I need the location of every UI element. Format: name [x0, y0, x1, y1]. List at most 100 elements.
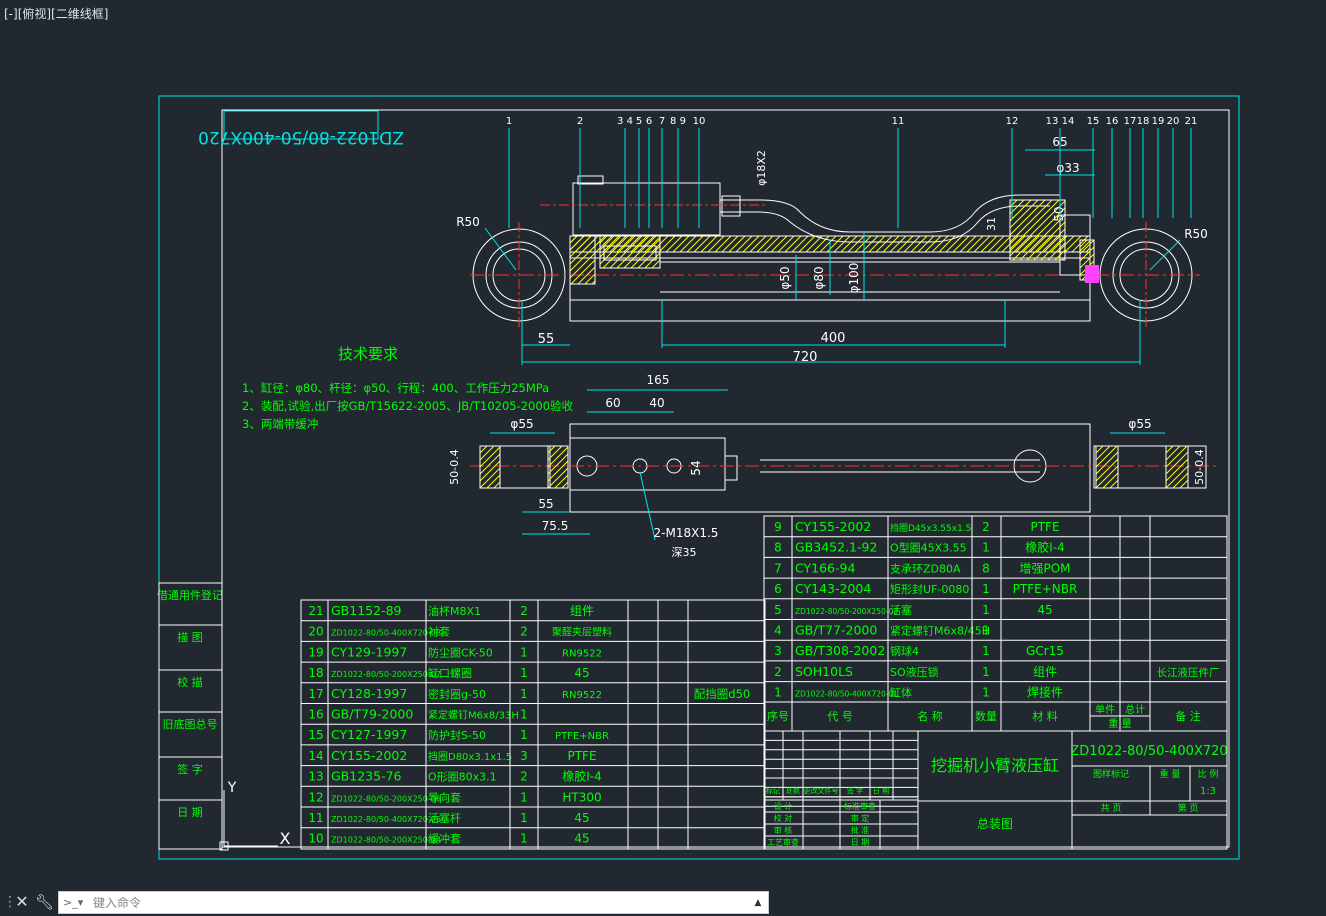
tb-row-label: 设 计 — [774, 801, 793, 811]
bom-cell-no: 11 — [308, 811, 323, 825]
valve-block — [572, 182, 721, 236]
title-stage-label: 图样标记 — [1093, 768, 1129, 780]
bom-cell-material: 45 — [574, 832, 589, 846]
bom-cell-qty: 3 — [520, 749, 528, 763]
tb-row2-label: 批 准 — [851, 825, 870, 835]
bottom-left-eye-hatch2 — [547, 445, 569, 489]
part-callout-16: 19 — [1152, 116, 1165, 127]
bom-cell-material: PTFE+NBR — [1013, 582, 1078, 596]
bom-cell-code: GB1152-89 — [331, 603, 402, 618]
bom-header-material: 材 料 — [1032, 709, 1058, 723]
bom-cell-qty: 1 — [520, 832, 528, 846]
bom-cell-name: 挡圈D45x3.55x1.5 — [890, 522, 971, 534]
dim-55-text: 55 — [538, 332, 555, 347]
bom-cell-name: 导向套 — [428, 790, 461, 804]
bom-cell-name: 缓冲套 — [428, 832, 461, 846]
bom-cell-qty: 1 — [982, 624, 990, 638]
part-callout-1: 1 — [506, 116, 512, 127]
bom-cell-qty: 2 — [982, 520, 990, 534]
bottom-left-eye — [479, 445, 551, 489]
bom-cell-material: GCr15 — [1026, 644, 1064, 658]
bom-cell-no: 8 — [774, 541, 782, 555]
dim-400-text: 400 — [821, 331, 846, 346]
dim-50-text: 50 — [1052, 206, 1066, 221]
bom-cell-no: 20 — [308, 625, 323, 639]
command-history-icon[interactable]: ▲ — [752, 896, 764, 910]
grip-handle-icon[interactable]: ⋮ — [3, 893, 17, 911]
part-callout-11: 13 14 — [1046, 116, 1075, 127]
bom-cell-name: 衬套 — [428, 626, 450, 639]
bom-cell-name: 缸体 — [890, 686, 912, 700]
tb-row2-label: 审 定 — [851, 813, 870, 823]
bom-cell-no: 21 — [308, 604, 323, 618]
bottom-fitting — [724, 455, 738, 481]
bom-cell-code: ZD1022-80/50-400X720-01 — [795, 690, 898, 699]
bom-cell-name: 防护封S-50 — [428, 728, 486, 742]
bom-cell-no: 1 — [774, 686, 782, 700]
bom-cell-code: CY129-1997 — [331, 644, 407, 659]
command-input[interactable] — [93, 893, 743, 912]
bom-cell-qty: 2 — [520, 625, 528, 639]
dim-31-text: 31 — [985, 217, 998, 231]
bom-cell-code: CY166-94 — [795, 560, 855, 575]
wrench-icon[interactable]: 🔧︎ — [35, 892, 54, 912]
ucs-x-label: X — [280, 829, 291, 848]
part-callout-13: 16 — [1106, 116, 1119, 127]
left-strip-label: 日 期 — [177, 806, 203, 819]
bom-cell-no: 19 — [308, 645, 323, 659]
part-callout-6: 7 — [659, 116, 665, 127]
tb-row-label: 审 核 — [774, 825, 793, 835]
close-icon[interactable]: ✕ — [14, 892, 30, 912]
bom-cell-material: 45 — [1037, 603, 1052, 617]
dim-d80-text: φ80 — [812, 266, 826, 289]
bom-cell-name: 矩形封UF-0080 — [890, 582, 969, 596]
command-line-bar: ⋮ ✕ 🔧︎ >_▾ ▲ — [0, 889, 1326, 916]
bom-cell-qty: 1 — [520, 811, 528, 825]
ucs-y-label: Y — [227, 780, 237, 796]
bom-cell-material: PTFE — [1030, 520, 1059, 534]
bom-cell-code: ZD1022-80/50-200X250-04 — [331, 836, 441, 845]
title-weight-label: 重 量 — [1160, 768, 1181, 780]
title-drawing-no: ZD1022-80/50-400X720 — [1070, 744, 1227, 759]
bom-cell-no: 14 — [308, 749, 323, 763]
tb-small-hdr: 更改文件号 — [804, 786, 839, 795]
bottom-cylinder-body — [569, 423, 1091, 513]
thread-depth-text: 深35 — [672, 546, 697, 559]
bom-cell-material: 橡胶I-4 — [1025, 540, 1065, 555]
tb-row2-label: 标准审查 — [844, 801, 876, 811]
bom-cell-material: 聚醛夹层塑料 — [552, 626, 612, 639]
bom-header-unit: 单件 — [1095, 704, 1115, 716]
bom-cell-name: 支承环ZD80A — [890, 562, 961, 575]
command-prompt-icon[interactable]: >_▾ — [63, 896, 85, 910]
bom-cell-no: 2 — [774, 665, 782, 679]
dim-bottom-55-text: 55 — [538, 497, 553, 511]
tb-row-label: 校 对 — [774, 813, 793, 823]
title-name: 挖掘机小臂液压缸 — [931, 756, 1059, 775]
bom-cell-no: 9 — [774, 520, 782, 534]
part-callout-8: 10 — [693, 116, 706, 127]
tech-req-line: 2、装配,试验,出厂按GB/T15622-2005、JB/T10205-2000… — [242, 399, 574, 413]
part-callout-9: 11 — [892, 116, 905, 127]
bom-cell-name: 钢球4 — [890, 644, 919, 658]
title-sheet-total: 共 页 — [1101, 803, 1122, 814]
bom-cell-no: 16 — [308, 708, 323, 722]
part-callout-3: 3 4 — [617, 116, 633, 127]
part-callout-17: 20 — [1167, 116, 1180, 127]
bom-cell-qty: 1 — [982, 644, 990, 658]
bom-cell-material: RN9522 — [562, 648, 602, 659]
bom-cell-code: GB/T79-2000 — [331, 707, 413, 722]
hatch-border — [479, 445, 501, 489]
bottom-right-eye-hatch2 — [1165, 445, 1189, 489]
bom-cell-material: 45 — [574, 811, 589, 825]
left-strip-label: 签 字 — [177, 762, 203, 776]
bom-cell-code: SOH10LS — [795, 664, 853, 679]
hatch-border — [547, 445, 569, 489]
tol-right-text: 50-0.4 — [1193, 449, 1206, 484]
bom-cell-name: 紧定螺钉M6x8/33H — [428, 709, 519, 722]
bom-cell-material: 组件 — [1033, 665, 1057, 679]
cad-drawing-canvas[interactable]: ZD1022-80/50-400X720 借通用件登记描 图校 描旧底图总号签 字… — [0, 0, 1326, 888]
part-callout-12: 15 — [1087, 116, 1100, 127]
part-callout-2: 2 — [577, 116, 583, 127]
leader-line — [1149, 239, 1181, 271]
title-assembly: 总装图 — [977, 817, 1013, 831]
